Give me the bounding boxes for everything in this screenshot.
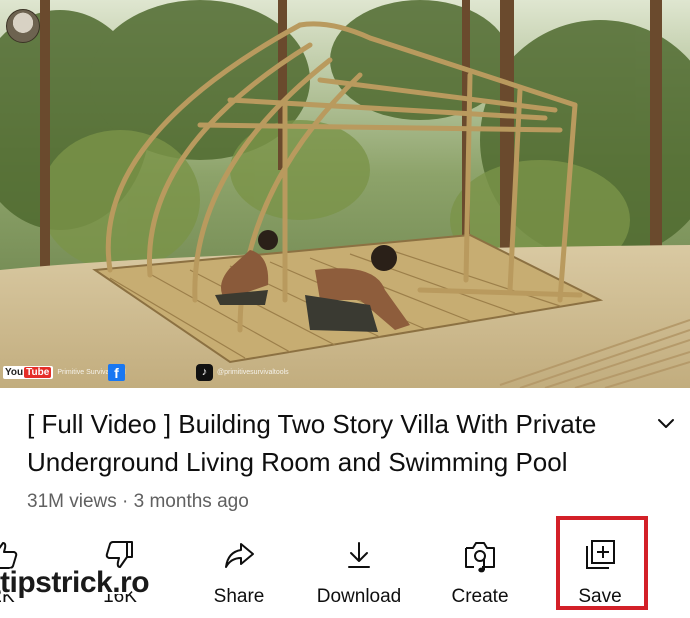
- youtube-logo-icon: You Tube: [3, 365, 54, 379]
- tiktok-watermark: ♪ @primitivesurvivaltools: [196, 362, 289, 382]
- channel-avatar[interactable]: [6, 9, 40, 43]
- site-watermark: tipstrick.ro: [0, 566, 150, 599]
- facebook-logo-icon: f: [108, 363, 125, 381]
- video-player[interactable]: You Tube Primitive Survival Tool f ♪ @pri…: [0, 0, 690, 388]
- share-button[interactable]: Share: [184, 536, 294, 608]
- save-highlight-box: [556, 516, 648, 610]
- camera-music-icon: [465, 542, 495, 573]
- download-label: Download: [316, 586, 402, 607]
- chevron-down-icon: [658, 419, 674, 428]
- download-button[interactable]: Download: [304, 536, 414, 608]
- create-button[interactable]: Create: [425, 536, 535, 608]
- video-title[interactable]: [ Full Video ] Building Two Story Villa …: [27, 405, 627, 481]
- download-icon: [348, 542, 370, 568]
- share-arrow-icon: [225, 543, 254, 568]
- tiktok-logo-icon: ♪: [196, 363, 213, 381]
- video-thumbnail: [0, 0, 690, 388]
- share-label: Share: [213, 586, 265, 607]
- expand-description-button[interactable]: [654, 412, 678, 436]
- video-view-count-and-date: 31M views · 3 months ago: [27, 491, 249, 512]
- create-label: Create: [451, 586, 509, 607]
- facebook-watermark: f: [108, 362, 129, 382]
